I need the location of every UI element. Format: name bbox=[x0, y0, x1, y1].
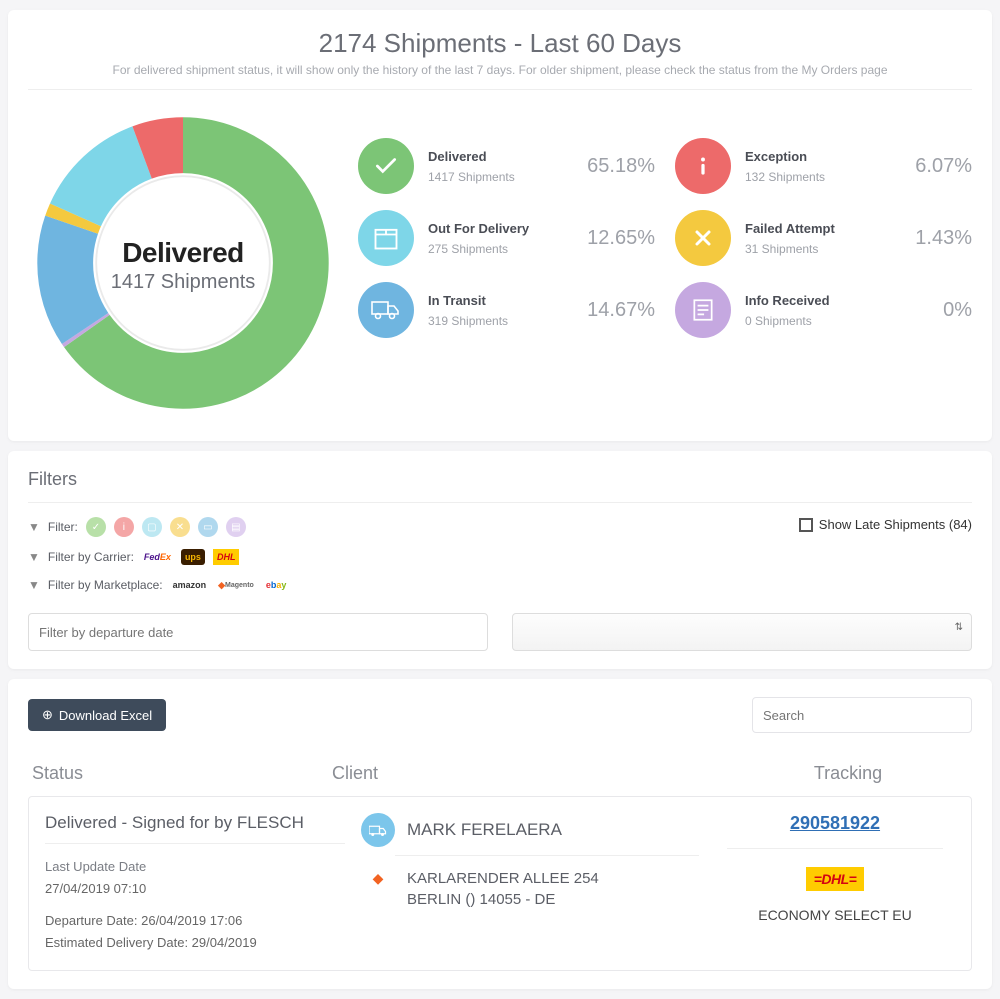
truck-icon bbox=[361, 813, 395, 847]
stat-title: Exception bbox=[745, 149, 878, 164]
carrier-fedex[interactable]: FedEx bbox=[142, 549, 173, 565]
filter-marketplace-line: ▼ Filter by Marketplace: amazon ◆Magento… bbox=[28, 577, 288, 593]
col-tracking: Tracking bbox=[728, 763, 968, 784]
col-status: Status bbox=[32, 763, 332, 784]
filter-pill-failed[interactable]: ✕ bbox=[170, 517, 190, 537]
filter-carrier-line: ▼ Filter by Carrier: FedEx ups DHL bbox=[28, 549, 288, 565]
funnel-icon: ▼ bbox=[28, 578, 40, 592]
stat-sub: 132 Shipments bbox=[745, 170, 878, 184]
stat-info-received[interactable]: Info Received 0 Shipments 0% bbox=[675, 282, 972, 338]
stat-percent: 65.18% bbox=[575, 155, 655, 178]
stat-percent: 12.65% bbox=[575, 227, 655, 250]
col-client: Client bbox=[332, 763, 728, 784]
estimated-date: Estimated Delivery Date: 29/04/2019 bbox=[45, 932, 345, 954]
filter-pill-delivered[interactable]: ✓ bbox=[86, 517, 106, 537]
stat-percent: 14.67% bbox=[575, 299, 655, 322]
stat-sub: 319 Shipments bbox=[428, 314, 561, 328]
carrier-dhl[interactable]: DHL bbox=[213, 549, 240, 565]
filters-heading: Filters bbox=[28, 469, 972, 490]
marketplace-magento[interactable]: ◆Magento bbox=[216, 577, 256, 593]
stat-delivered[interactable]: Delivered 1417 Shipments 65.18% bbox=[358, 138, 655, 194]
download-icon: ⊕ bbox=[42, 707, 53, 723]
stat-failed-attempt[interactable]: Failed Attempt 31 Shipments 1.43% bbox=[675, 210, 972, 266]
donut-chart: Delivered 1417 Shipments bbox=[28, 108, 338, 423]
magento-icon: ◆ bbox=[361, 868, 395, 887]
filter-pill-exception[interactable]: i bbox=[114, 517, 134, 537]
filter-carrier-label: Filter by Carrier: bbox=[48, 550, 134, 564]
filter-marketplace-label: Filter by Marketplace: bbox=[48, 578, 163, 592]
checkbox-icon bbox=[799, 518, 813, 532]
donut-center-label: Delivered bbox=[122, 237, 244, 269]
dashboard-card: 2174 Shipments - Last 60 Days For delive… bbox=[8, 10, 992, 441]
filter-select[interactable] bbox=[512, 613, 972, 651]
page-title: 2174 Shipments - Last 60 Days bbox=[28, 28, 972, 59]
stat-sub: 31 Shipments bbox=[745, 242, 878, 256]
donut-center-count: 1417 Shipments bbox=[111, 271, 256, 294]
stat-in-transit[interactable]: In Transit 319 Shipments 14.67% bbox=[358, 282, 655, 338]
departure-date-input[interactable] bbox=[28, 613, 488, 651]
search-input[interactable] bbox=[752, 697, 972, 733]
table-row: Delivered - Signed for by FLESCH Last Up… bbox=[28, 796, 972, 971]
late-shipments-label: Show Late Shipments (84) bbox=[819, 517, 972, 532]
page-subtitle: For delivered shipment status, it will s… bbox=[28, 63, 972, 77]
filter-pill-transit[interactable]: ▭ bbox=[198, 517, 218, 537]
shipping-method: ECONOMY SELECT EU bbox=[758, 907, 912, 923]
stats-grid: Delivered 1417 Shipments 65.18% Exception 13… bbox=[358, 108, 972, 338]
download-label: Download Excel bbox=[59, 708, 152, 723]
late-shipments-checkbox[interactable]: Show Late Shipments (84) bbox=[799, 517, 972, 532]
divider bbox=[28, 89, 972, 90]
status-text: Delivered - Signed for by FLESCH bbox=[45, 813, 345, 833]
marketplace-ebay[interactable]: ebay bbox=[264, 577, 289, 593]
departure-date: Departure Date: 26/04/2019 17:06 bbox=[45, 910, 345, 932]
cross-icon bbox=[675, 210, 731, 266]
filter-pill-out-for-delivery[interactable]: ▢ bbox=[142, 517, 162, 537]
stat-percent: 0% bbox=[892, 299, 972, 322]
row-status-cell: Delivered - Signed for by FLESCH Last Up… bbox=[45, 813, 345, 954]
table-header: Status Client Tracking bbox=[28, 763, 972, 796]
divider bbox=[45, 843, 345, 844]
stat-percent: 6.07% bbox=[892, 155, 972, 178]
carrier-badge-dhl: =DHL= bbox=[806, 867, 865, 891]
funnel-icon: ▼ bbox=[28, 520, 40, 534]
carrier-ups[interactable]: ups bbox=[181, 549, 205, 565]
stat-sub: 0 Shipments bbox=[745, 314, 878, 328]
divider bbox=[727, 848, 943, 849]
tracking-link[interactable]: 290581922 bbox=[790, 813, 880, 834]
row-client-cell: MARK FERELAERA ◆ KARLARENDER ALLEE 254 B… bbox=[361, 813, 699, 910]
filters-card: Filters ▼ Filter: ✓ i ▢ ✕ ▭ ▤ ▼ Filter b… bbox=[8, 451, 992, 669]
filter-status-line: ▼ Filter: ✓ i ▢ ✕ ▭ ▤ bbox=[28, 517, 288, 537]
filter-label: Filter: bbox=[48, 520, 78, 534]
info-icon bbox=[675, 138, 731, 194]
stat-out-for-delivery[interactable]: Out For Delivery 275 Shipments 12.65% bbox=[358, 210, 655, 266]
last-update-label: Last Update Date bbox=[45, 856, 345, 878]
check-icon bbox=[358, 138, 414, 194]
box-icon bbox=[358, 210, 414, 266]
stat-title: In Transit bbox=[428, 293, 561, 308]
truck-icon bbox=[358, 282, 414, 338]
marketplace-amazon[interactable]: amazon bbox=[171, 577, 209, 593]
stat-title: Failed Attempt bbox=[745, 221, 878, 236]
divider bbox=[395, 855, 699, 856]
last-update-value: 27/04/2019 07:10 bbox=[45, 878, 345, 900]
row-tracking-cell: 290581922 =DHL= ECONOMY SELECT EU bbox=[715, 813, 955, 923]
address-line-1: KARLARENDER ALLEE 254 bbox=[407, 868, 599, 889]
funnel-icon: ▼ bbox=[28, 550, 40, 564]
stat-exception[interactable]: Exception 132 Shipments 6.07% bbox=[675, 138, 972, 194]
stat-sub: 1417 Shipments bbox=[428, 170, 561, 184]
stat-percent: 1.43% bbox=[892, 227, 972, 250]
filter-pill-info[interactable]: ▤ bbox=[226, 517, 246, 537]
download-excel-button[interactable]: ⊕ Download Excel bbox=[28, 699, 166, 731]
doc-icon bbox=[675, 282, 731, 338]
stat-title: Info Received bbox=[745, 293, 878, 308]
results-card: ⊕ Download Excel Status Client Tracking … bbox=[8, 679, 992, 989]
stat-title: Delivered bbox=[428, 149, 561, 164]
divider bbox=[28, 502, 972, 503]
stat-sub: 275 Shipments bbox=[428, 242, 561, 256]
address-line-2: BERLIN () 14055 - DE bbox=[407, 889, 599, 910]
stat-title: Out For Delivery bbox=[428, 221, 561, 236]
client-name: MARK FERELAERA bbox=[407, 820, 562, 840]
